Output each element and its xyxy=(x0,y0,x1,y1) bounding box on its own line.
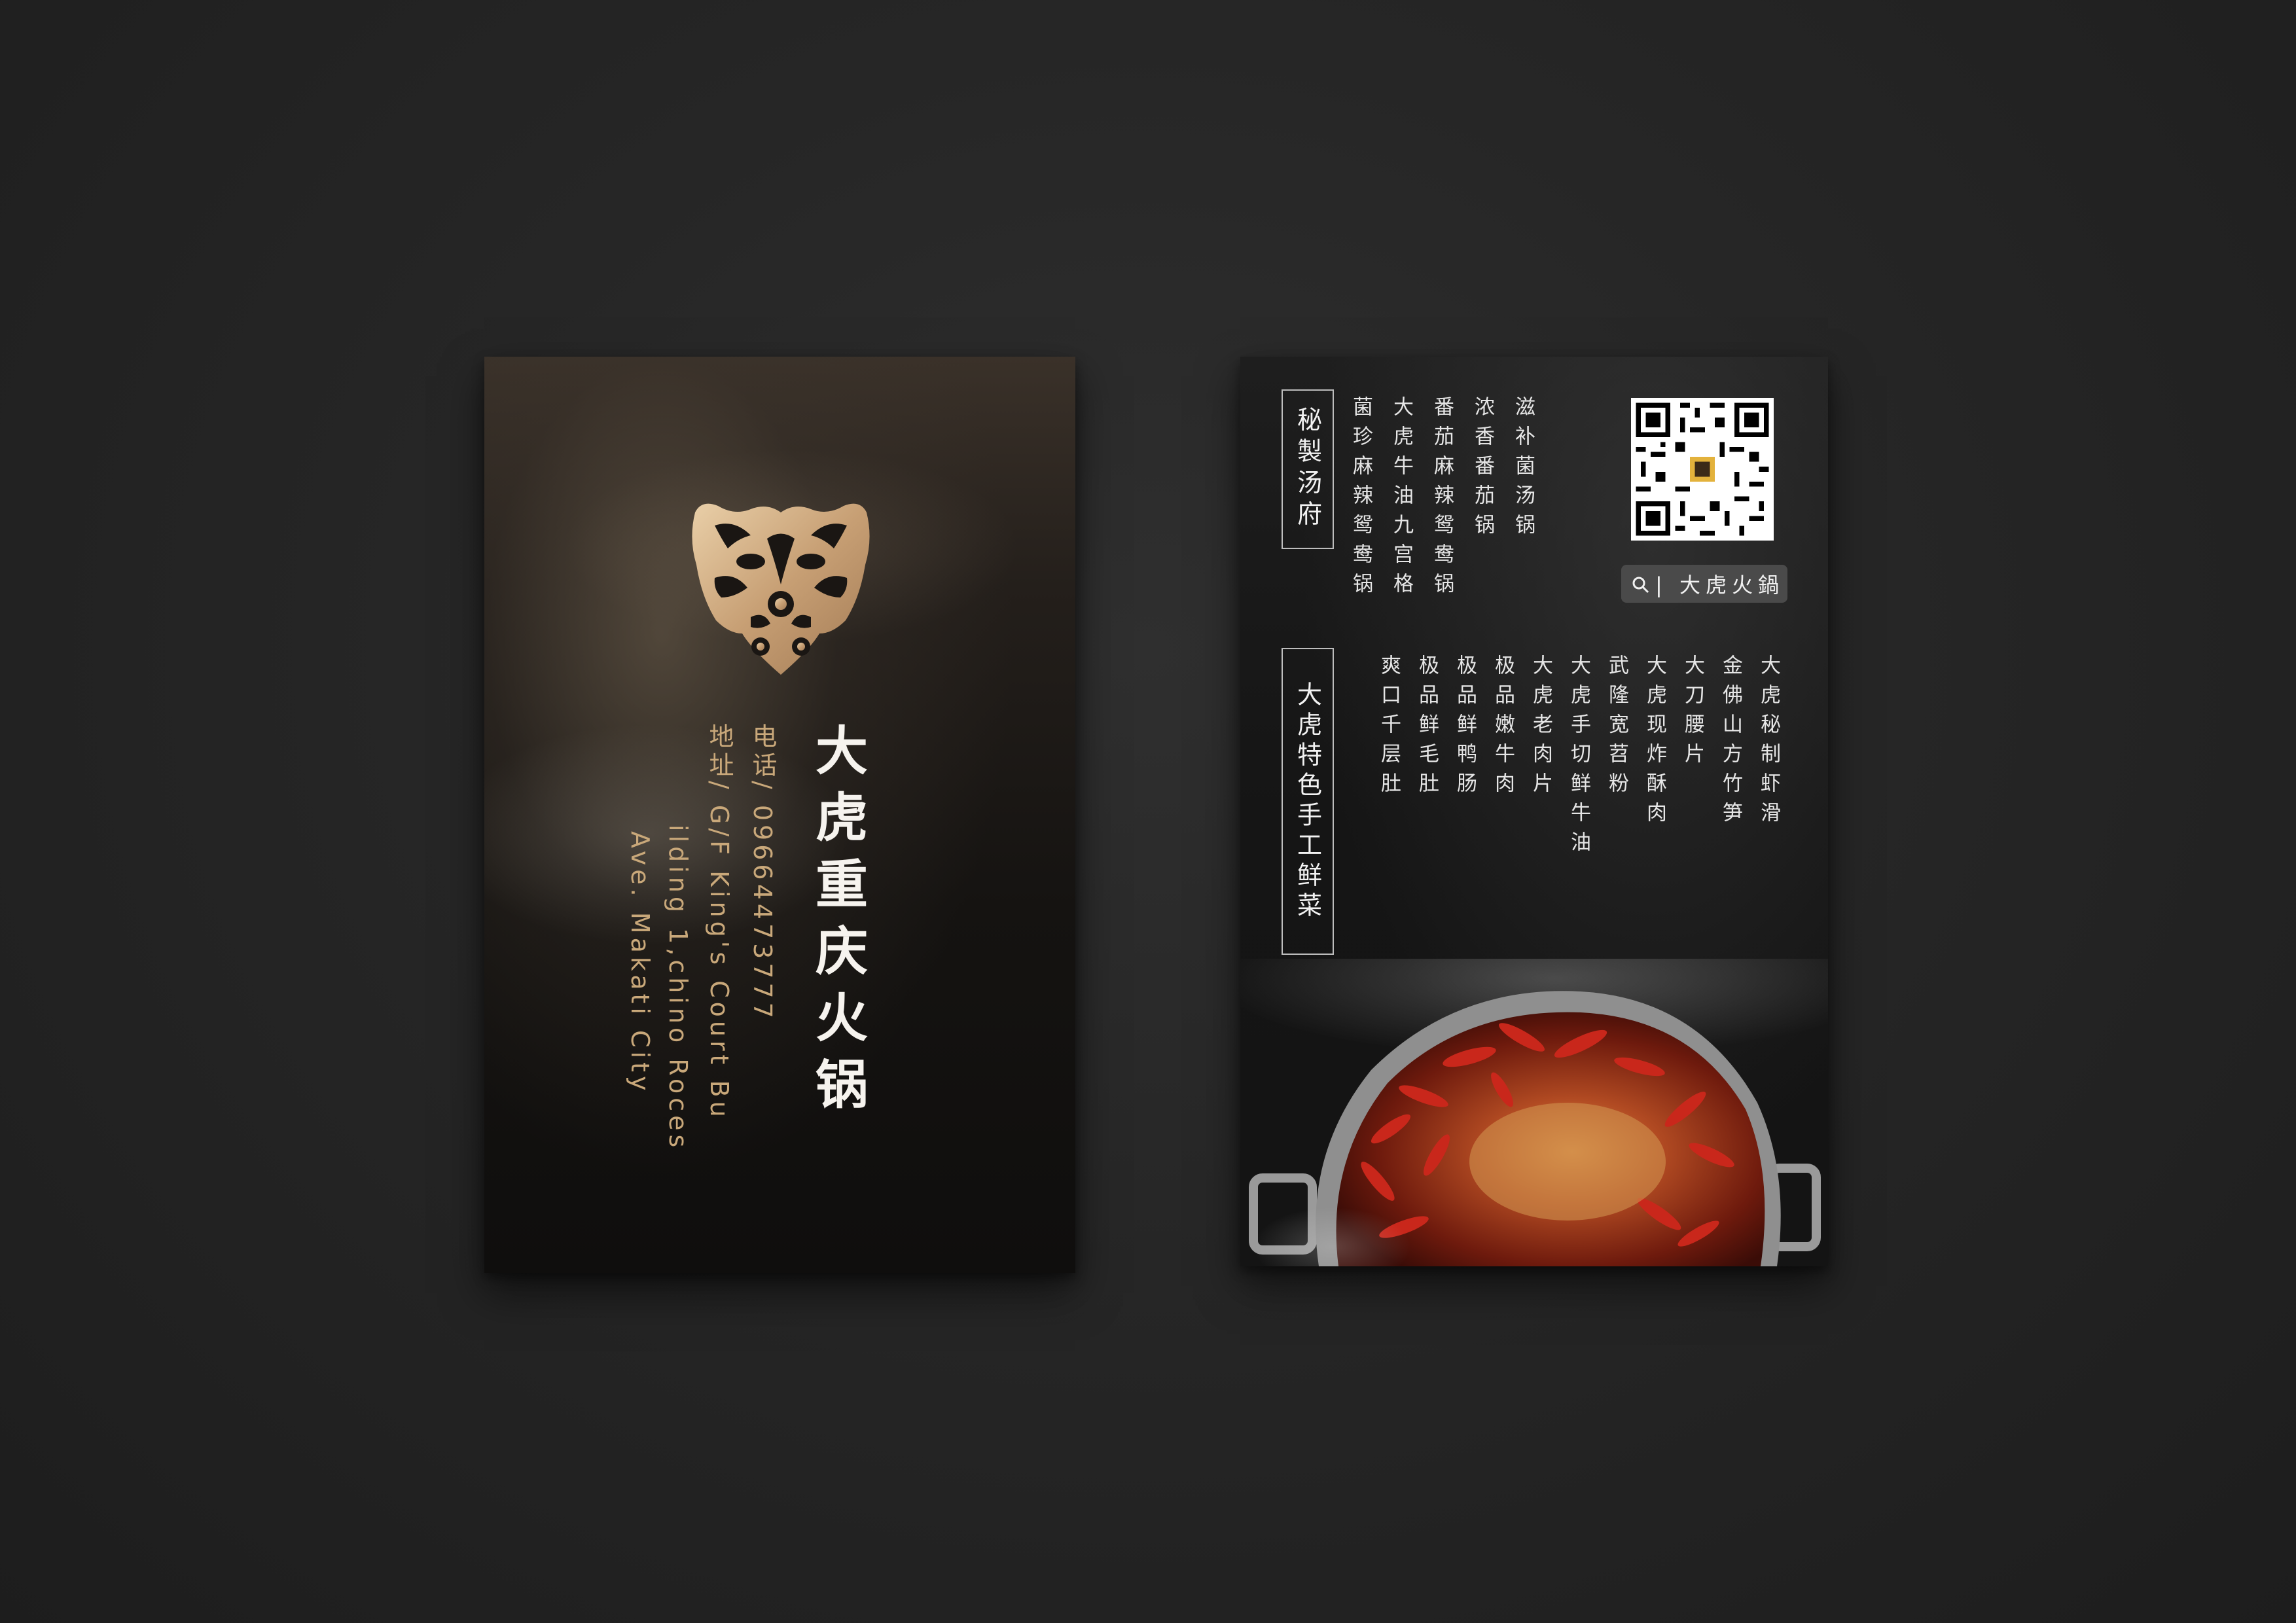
special-item: 大虎秘制虾滑 xyxy=(1757,654,1780,831)
soup-item: 菌珍麻辣鸳鸯锅 xyxy=(1349,396,1372,602)
phone-row: 电话/ 09664473777 xyxy=(745,723,781,1022)
special-item: 大虎手切鲜牛油 xyxy=(1567,654,1590,861)
special-item: 大虎老肉片 xyxy=(1529,654,1552,802)
special-item: 金佛山方竹笋 xyxy=(1719,654,1742,831)
tiger-logo-icon xyxy=(692,503,870,675)
soup-item: 番茄麻辣鸳鸯锅 xyxy=(1430,396,1454,602)
address-line-2: ilding 1,chino Roces xyxy=(664,825,692,1152)
phone-label: 电话 xyxy=(748,723,777,781)
address-line-3: Ave. Makati City xyxy=(626,831,655,1095)
soup-section-title: 秘製汤府 xyxy=(1282,389,1334,549)
special-section-title: 大虎特色手工鲜菜 xyxy=(1282,648,1334,955)
address-label: 地址 xyxy=(705,723,734,781)
business-card-front: 大虎重庆火锅 电话/ 09664473777 地址/ G/F King's Co… xyxy=(484,357,1075,1273)
special-item: 爽口千层肚 xyxy=(1377,654,1401,802)
soup-item: 浓香番茄锅 xyxy=(1471,396,1494,543)
brand-name: 大虎重庆火锅 xyxy=(807,723,869,1124)
special-item: 大虎现炸酥肉 xyxy=(1643,654,1666,831)
search-icon xyxy=(1632,575,1650,594)
special-item: 大刀腰片 xyxy=(1681,654,1704,772)
hotpot-photo xyxy=(1240,959,1828,1266)
wechat-search-badge[interactable]: | 大虎火鍋 xyxy=(1621,565,1787,603)
special-item: 极品鲜鸭肠 xyxy=(1453,654,1477,802)
qr-code-icon[interactable] xyxy=(1631,398,1774,541)
special-item: 极品嫩牛肉 xyxy=(1491,654,1515,802)
soup-item: 滋补菌汤锅 xyxy=(1511,396,1535,543)
soup-item: 大虎牛油九宫格 xyxy=(1390,396,1413,602)
address-line-1: / G/F King's Court Bu xyxy=(705,781,734,1121)
special-item: 武隆宽苕粉 xyxy=(1605,654,1628,802)
special-item: 极品鲜毛肚 xyxy=(1415,654,1439,802)
address-row: 地址/ G/F King's Court Bu xyxy=(702,723,738,1121)
search-label: | 大虎火鍋 xyxy=(1655,573,1784,597)
business-card-back: 秘製汤府 滋补菌汤锅 浓香番茄锅 番茄麻辣鸳鸯锅 大虎牛油九宫格 菌珍麻辣鸳鸯锅 xyxy=(1240,357,1828,1266)
phone-number: / 09664473777 xyxy=(748,781,777,1022)
